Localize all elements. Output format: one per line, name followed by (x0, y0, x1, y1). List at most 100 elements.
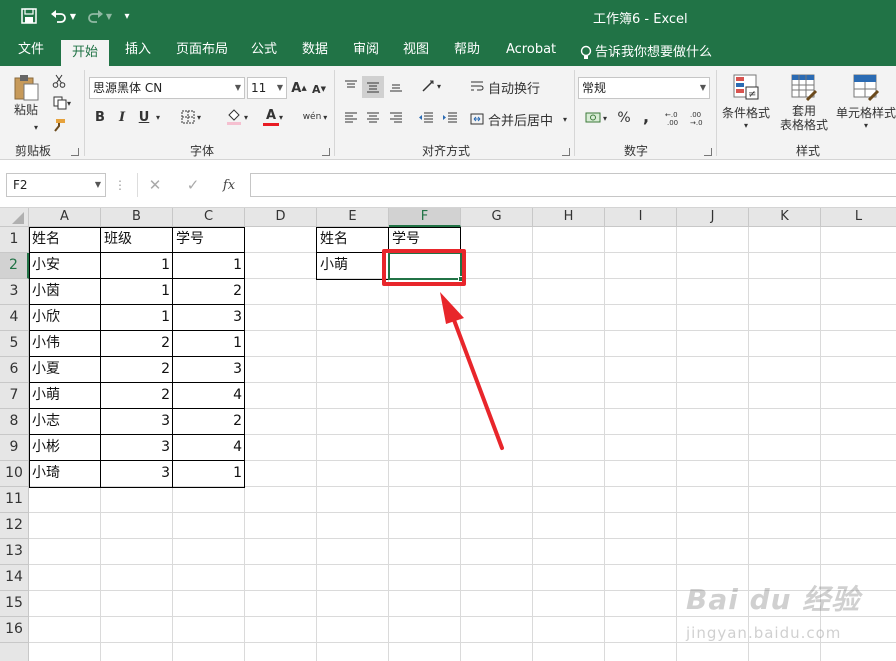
table-cell-class[interactable]: 3 (101, 409, 173, 435)
wrap-text-button[interactable]: 自动换行 (470, 76, 542, 98)
increase-font-icon[interactable]: A ▲ (291, 78, 306, 98)
italic-button[interactable]: I (115, 108, 129, 126)
table-cell-class[interactable]: 3 (101, 461, 173, 487)
insert-function-icon[interactable]: fx (220, 176, 238, 194)
save-icon[interactable] (18, 6, 40, 26)
table-cell-name[interactable]: 小夏 (29, 357, 101, 383)
merge-center-button[interactable]: 合并后居中 ▾ (470, 108, 570, 130)
table-cell-id[interactable]: 4 (173, 435, 245, 461)
cell-c1[interactable]: 学号 (173, 227, 245, 253)
table-cell-id[interactable]: 3 (173, 305, 245, 331)
font-name-select[interactable]: 思源黑体 CN ▼ (89, 77, 245, 99)
table-cell-class[interactable]: 2 (101, 383, 173, 409)
number-launcher-icon[interactable] (704, 148, 712, 156)
table-cell-class[interactable]: 2 (101, 331, 173, 357)
name-box[interactable]: F2 ▼ (6, 173, 106, 197)
table-cell-id[interactable]: 1 (173, 461, 245, 487)
accounting-format-icon[interactable]: ▾ (580, 108, 612, 128)
row-header[interactable]: 9 (0, 435, 29, 461)
select-all-corner[interactable] (0, 208, 29, 227)
confirm-entry-icon[interactable]: ✓ (184, 176, 202, 194)
table-cell-id[interactable]: 2 (173, 409, 245, 435)
underline-dropdown-icon[interactable]: ▾ (153, 110, 163, 124)
table-cell-class[interactable]: 2 (101, 357, 173, 383)
increase-indent-icon[interactable] (440, 108, 460, 128)
column-header-a[interactable]: A (29, 208, 101, 227)
table-cell-class[interactable]: 1 (101, 279, 173, 305)
cell-b1[interactable]: 班级 (101, 227, 173, 253)
copy-icon[interactable]: ▾ (48, 94, 76, 112)
orientation-icon[interactable]: ▾ (416, 76, 446, 96)
clipboard-launcher-icon[interactable] (71, 148, 79, 156)
row-header[interactable]: 2 (0, 253, 29, 279)
tab-view[interactable]: 视图 (401, 40, 431, 66)
redo-icon[interactable]: ▼ (84, 6, 114, 26)
row-header[interactable]: 4 (0, 305, 29, 331)
column-header-b[interactable]: B (101, 208, 173, 227)
row-header[interactable]: 5 (0, 331, 29, 357)
row-header[interactable]: 1 (0, 227, 29, 253)
top-align-icon[interactable] (341, 76, 361, 96)
table-cell-name[interactable]: 小伟 (29, 331, 101, 357)
table-cell-class[interactable]: 1 (101, 305, 173, 331)
tab-file[interactable]: 文件 (16, 40, 46, 66)
table-cell-name[interactable]: 小志 (29, 409, 101, 435)
middle-align-icon[interactable] (362, 76, 384, 98)
cancel-entry-icon[interactable]: ✕ (146, 176, 164, 194)
row-header[interactable]: 15 (0, 591, 29, 617)
row-header[interactable]: 16 (0, 617, 29, 643)
decrease-indent-icon[interactable] (416, 108, 436, 128)
tab-acrobat[interactable]: Acrobat (504, 40, 558, 66)
row-header[interactable]: 8 (0, 409, 29, 435)
table-cell-name[interactable]: 小萌 (29, 383, 101, 409)
decrease-decimal-icon[interactable]: .00 →.0 (689, 108, 711, 128)
number-format-select[interactable]: 常规 ▼ (578, 77, 710, 99)
tell-me-search[interactable]: 告诉我你想要做什么 (578, 40, 714, 66)
increase-decimal-icon[interactable]: ←.0.00 (664, 108, 686, 128)
table-cell-id[interactable]: 1 (173, 253, 245, 279)
table-cell-name[interactable]: 小彬 (29, 435, 101, 461)
worksheet-grid[interactable]: A B C D E F G H I J K L 1 2 3 4 5 6 7 8 … (0, 208, 896, 661)
fill-color-button[interactable]: ▾ (222, 106, 252, 128)
table-cell-id[interactable]: 3 (173, 357, 245, 383)
column-header-c[interactable]: C (173, 208, 245, 227)
paste-button[interactable]: 粘贴 (10, 72, 42, 118)
decrease-font-icon[interactable]: A ▼ (312, 79, 326, 99)
underline-button[interactable]: U (137, 108, 151, 126)
table-cell-class[interactable]: 3 (101, 435, 173, 461)
table-cell-id[interactable]: 4 (173, 383, 245, 409)
font-color-dropdown-icon[interactable]: ▾ (276, 110, 286, 124)
column-header-i[interactable]: I (605, 208, 677, 227)
undo-icon[interactable]: ▼ (48, 6, 78, 26)
column-header-l[interactable]: L (821, 208, 896, 227)
row-header[interactable]: 14 (0, 565, 29, 591)
paste-dropdown-icon[interactable]: ▾ (30, 122, 42, 132)
table-cell-name[interactable]: 小欣 (29, 305, 101, 331)
customize-qat-icon[interactable]: ▾ (120, 6, 134, 26)
cut-icon[interactable] (50, 72, 68, 90)
font-launcher-icon[interactable] (322, 148, 330, 156)
conditional-format-button[interactable]: ≠ 条件格式 ▾ (720, 72, 772, 140)
borders-button[interactable]: ▾ (177, 108, 205, 126)
row-header[interactable]: 13 (0, 539, 29, 565)
cell-a1[interactable]: 姓名 (29, 227, 101, 253)
column-header-d[interactable]: D (245, 208, 317, 227)
percent-button[interactable]: % (614, 108, 634, 128)
row-header[interactable]: 10 (0, 461, 29, 487)
column-header-h[interactable]: H (533, 208, 605, 227)
table-cell-name[interactable]: 小安 (29, 253, 101, 279)
bottom-align-icon[interactable] (386, 76, 406, 96)
table-cell-name[interactable]: 小琦 (29, 461, 101, 487)
tab-review[interactable]: 审阅 (351, 40, 381, 66)
column-header-f[interactable]: F (389, 208, 461, 227)
tab-data[interactable]: 数据 (300, 40, 330, 66)
row-header[interactable]: 12 (0, 513, 29, 539)
align-right-icon[interactable] (386, 108, 406, 128)
formula-input[interactable] (250, 173, 896, 197)
cell-e2[interactable]: 小萌 (317, 253, 389, 279)
table-cell-id[interactable]: 2 (173, 279, 245, 305)
format-as-table-button[interactable]: 套用 表格格式 (772, 72, 836, 142)
row-header[interactable]: 11 (0, 487, 29, 513)
column-header-g[interactable]: G (461, 208, 533, 227)
column-header-j[interactable]: J (677, 208, 749, 227)
